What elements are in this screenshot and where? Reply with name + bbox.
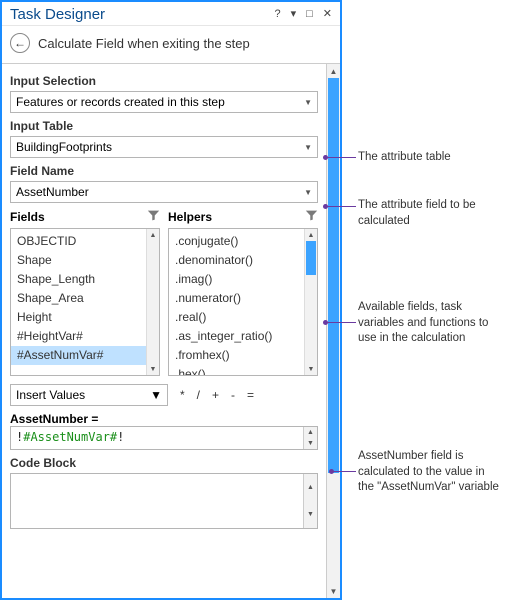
list-item[interactable]: OBJECTID <box>11 232 146 251</box>
input-selection-value: Features or records created in this step <box>16 95 225 109</box>
page-subtitle: Calculate Field when exiting the step <box>38 36 250 51</box>
spin-down-icon[interactable]: ▼ <box>304 501 317 528</box>
callout-line <box>332 471 356 472</box>
titlebar-title: Task Designer <box>10 6 272 23</box>
list-item[interactable]: .fromhex() <box>169 346 304 365</box>
callout-attribute-table: The attribute table <box>358 150 503 166</box>
help-icon[interactable]: ? <box>272 8 282 21</box>
callout-line <box>326 206 356 207</box>
expression-spinner[interactable]: ▲ ▼ <box>303 427 317 449</box>
panel-scrollbar[interactable]: ▲ ▼ <box>326 64 340 598</box>
helpers-header: Helpers <box>168 210 212 224</box>
input-selection-label: Input Selection <box>10 74 318 88</box>
fields-helpers-columns: Fields OBJECTIDShapeShape_LengthShape_Ar… <box>10 209 318 376</box>
insert-values-combo[interactable]: Insert Values ▼ <box>10 384 168 406</box>
scroll-down-icon[interactable]: ▼ <box>305 363 317 375</box>
form-body: Input Selection Features or records crea… <box>2 64 326 598</box>
list-item[interactable]: .conjugate() <box>169 232 304 251</box>
chevron-down-icon: ▼ <box>150 388 162 402</box>
input-table-label: Input Table <box>10 119 318 133</box>
helpers-scrollbar[interactable]: ▲ ▼ <box>304 229 317 375</box>
operator-button[interactable]: * <box>180 388 185 402</box>
scroll-up-icon[interactable]: ▲ <box>305 229 317 241</box>
back-button[interactable]: ← <box>10 33 30 53</box>
list-item[interactable]: .imag() <box>169 270 304 289</box>
operator-button[interactable]: / <box>197 388 200 402</box>
window-controls: ? ▾ □ ✕ <box>272 8 334 21</box>
filter-icon[interactable] <box>305 209 318 225</box>
list-item[interactable]: .real() <box>169 308 304 327</box>
expression-input[interactable]: !#AssetNumVar#! ▲ ▼ <box>10 426 318 450</box>
callout-line <box>326 322 356 323</box>
chevron-down-icon: ▼ <box>304 188 312 197</box>
input-table-value: BuildingFootprints <box>16 140 112 154</box>
operator-button[interactable]: - <box>231 388 235 402</box>
field-name-combo[interactable]: AssetNumber ▼ <box>10 181 318 203</box>
filter-icon[interactable] <box>147 209 160 225</box>
dock-icon[interactable]: ▾ <box>289 8 299 21</box>
list-item[interactable]: .hex() <box>169 365 304 375</box>
spin-up-icon[interactable]: ▲ <box>304 474 317 501</box>
list-item[interactable]: Shape <box>11 251 146 270</box>
field-name-label: Field Name <box>10 164 318 178</box>
list-item[interactable]: #AssetNumVar# <box>11 346 146 365</box>
input-table-combo[interactable]: BuildingFootprints ▼ <box>10 136 318 158</box>
codeblock-spinner[interactable]: ▲ ▼ <box>303 474 317 528</box>
list-item[interactable]: .denominator() <box>169 251 304 270</box>
list-item[interactable]: Height <box>11 308 146 327</box>
field-name-value: AssetNumber <box>16 185 89 199</box>
callout-attribute-field: The attribute field to be calculated <box>358 198 503 229</box>
helpers-listbox[interactable]: .conjugate().denominator().imag().numera… <box>168 228 318 376</box>
expression-label: AssetNumber = <box>10 412 318 426</box>
code-block-label: Code Block <box>10 456 318 470</box>
fields-scrollbar[interactable]: ▲ ▼ <box>146 229 159 375</box>
operator-button[interactable]: + <box>212 388 219 402</box>
scroll-down-icon[interactable]: ▼ <box>147 363 159 375</box>
scroll-up-icon[interactable]: ▲ <box>327 64 340 78</box>
close-icon[interactable]: ✕ <box>321 8 334 21</box>
fields-column: Fields OBJECTIDShapeShape_LengthShape_Ar… <box>10 209 160 376</box>
operator-button[interactable]: = <box>247 388 254 402</box>
input-selection-combo[interactable]: Features or records created in this step… <box>10 91 318 113</box>
titlebar: Task Designer ? ▾ □ ✕ <box>2 2 340 26</box>
insert-values-label: Insert Values <box>16 388 85 402</box>
list-item[interactable]: Shape_Length <box>11 270 146 289</box>
expression-text: !#AssetNumVar#! <box>11 427 303 449</box>
header-row: ← Calculate Field when exiting the step <box>2 26 340 63</box>
list-item[interactable]: #HeightVar# <box>11 327 146 346</box>
spin-down-icon[interactable]: ▼ <box>304 438 317 449</box>
helpers-column: Helpers .conjugate().denominator().imag(… <box>168 209 318 376</box>
spin-up-icon[interactable]: ▲ <box>304 427 317 438</box>
callout-fields-helpers: Available fields, task variables and fun… <box>358 300 503 347</box>
scroll-up-icon[interactable]: ▲ <box>147 229 159 241</box>
operators-row: Insert Values ▼ * / +-= <box>10 384 318 406</box>
scroll-down-icon[interactable]: ▼ <box>327 584 340 598</box>
callout-expression: AssetNumber field is calculated to the v… <box>358 449 503 496</box>
chevron-down-icon: ▼ <box>304 143 312 152</box>
code-block-input[interactable]: ▲ ▼ <box>10 473 318 529</box>
list-item[interactable]: Shape_Area <box>11 289 146 308</box>
callout-line <box>326 157 356 158</box>
body-area: Input Selection Features or records crea… <box>2 63 340 598</box>
fields-listbox[interactable]: OBJECTIDShapeShape_LengthShape_AreaHeigh… <box>10 228 160 376</box>
maximize-icon[interactable]: □ <box>304 8 315 21</box>
list-item[interactable]: .numerator() <box>169 289 304 308</box>
task-designer-panel: Task Designer ? ▾ □ ✕ ← Calculate Field … <box>0 0 342 600</box>
chevron-down-icon: ▼ <box>304 98 312 107</box>
fields-header: Fields <box>10 210 45 224</box>
list-item[interactable]: .as_integer_ratio() <box>169 327 304 346</box>
